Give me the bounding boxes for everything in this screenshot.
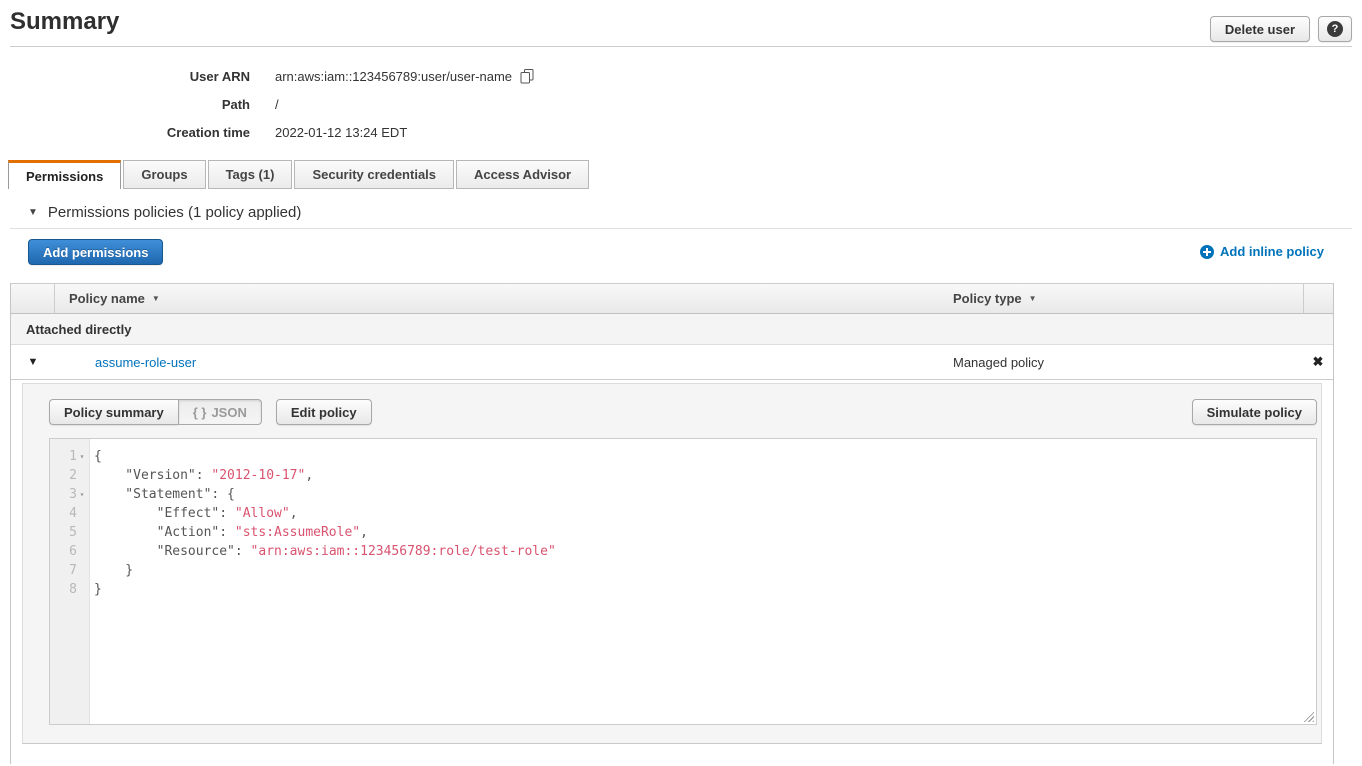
code-line: }: [94, 561, 1316, 580]
tab-groups[interactable]: Groups: [123, 160, 205, 189]
creation-time-label: Creation time: [0, 125, 250, 140]
chevron-down-icon: ▼: [28, 356, 39, 368]
question-mark-icon: ?: [1327, 21, 1343, 37]
policy-detail-toolbar: Policy summary { } JSON Edit policy Simu…: [49, 399, 1317, 425]
gutter-line: 3▾: [50, 485, 89, 504]
gutter-line: 7: [50, 561, 89, 580]
policy-table: Policy name ▼ Policy type ▼ Attached dir…: [10, 283, 1334, 764]
code-line: "Version": "2012-10-17",: [94, 466, 1316, 485]
remove-policy-icon[interactable]: ✖: [1313, 354, 1324, 370]
fold-caret-icon: ▾: [77, 447, 87, 466]
plus-circle-icon: [1200, 245, 1214, 259]
gutter-line: 1▾: [50, 447, 89, 466]
gutter-line: 5: [50, 523, 89, 542]
policy-row: ▼ assume-role-user Managed policy ✖: [11, 345, 1333, 380]
tab-access-advisor[interactable]: Access Advisor: [456, 160, 589, 189]
creation-time-row: Creation time 2022-01-12 13:24 EDT: [0, 118, 535, 146]
user-arn-value: arn:aws:iam::123456789:user/user-name: [275, 69, 512, 84]
page-title: Summary: [10, 8, 119, 36]
expand-column-header: [11, 284, 55, 313]
code-line: "Resource": "arn:aws:iam::123456789:role…: [94, 542, 1316, 561]
policy-type-column-header[interactable]: Policy type ▼: [951, 284, 1303, 313]
policy-view-button-group: Policy summary { } JSON: [49, 399, 262, 425]
tab-security-credentials[interactable]: Security credentials: [294, 160, 454, 189]
code-line: {: [94, 447, 1316, 466]
add-inline-policy-label: Add inline policy: [1220, 244, 1324, 259]
policy-summary-button[interactable]: Policy summary: [49, 399, 178, 425]
gutter-line: 4: [50, 504, 89, 523]
delete-user-button[interactable]: Delete user: [1210, 16, 1310, 42]
code-line: "Action": "sts:AssumeRole",: [94, 523, 1316, 542]
sort-arrow-icon: ▼: [152, 294, 160, 303]
row-expand-toggle[interactable]: ▼: [11, 345, 55, 379]
braces-icon: { }: [193, 405, 207, 420]
add-inline-policy-link[interactable]: Add inline policy: [1200, 244, 1324, 259]
permissions-policies-title: Permissions policies (1 policy applied): [48, 204, 301, 221]
policy-name-column-header[interactable]: Policy name ▼: [55, 284, 951, 313]
collapse-caret-icon: ▼: [28, 207, 38, 218]
policy-name-link[interactable]: assume-role-user: [95, 355, 196, 370]
user-arn-label: User ARN: [0, 69, 250, 84]
json-view-button[interactable]: { } JSON: [178, 399, 262, 425]
policy-type-value: Managed policy: [953, 355, 1044, 370]
gutter-line: 6: [50, 542, 89, 561]
tab-bar: Permissions Groups Tags (1) Security cre…: [8, 160, 591, 189]
user-arn-row: User ARN arn:aws:iam::123456789:user/use…: [0, 62, 535, 90]
header-divider: [10, 46, 1352, 47]
actions-column-header: [1303, 284, 1333, 313]
tab-permissions[interactable]: Permissions: [8, 160, 121, 189]
policy-table-header: Policy name ▼ Policy type ▼: [11, 283, 1333, 314]
add-permissions-button[interactable]: Add permissions: [28, 239, 163, 265]
creation-time-value: 2022-01-12 13:24 EDT: [275, 125, 407, 140]
policy-detail-panel: Policy summary { } JSON Edit policy Simu…: [22, 383, 1322, 744]
code-line: }: [94, 580, 1316, 599]
edit-policy-button[interactable]: Edit policy: [276, 399, 372, 425]
attached-directly-group-row: Attached directly: [11, 314, 1333, 345]
user-details: User ARN arn:aws:iam::123456789:user/use…: [0, 62, 535, 146]
sort-arrow-icon: ▼: [1029, 294, 1037, 303]
simulate-policy-button[interactable]: Simulate policy: [1192, 399, 1317, 425]
section-divider: [10, 228, 1352, 229]
json-policy-editor[interactable]: 1▾23▾45678 { "Version": "2012-10-17", "S…: [49, 438, 1317, 725]
copy-icon[interactable]: [519, 68, 535, 84]
tab-tags[interactable]: Tags (1): [208, 160, 293, 189]
code-gutter: 1▾23▾45678: [50, 439, 90, 724]
code-lines[interactable]: { "Version": "2012-10-17", "Statement": …: [90, 439, 1316, 724]
fold-caret-icon: ▾: [77, 485, 87, 504]
path-value: /: [275, 97, 279, 112]
permissions-policies-section-toggle[interactable]: ▼ Permissions policies (1 policy applied…: [28, 204, 301, 221]
path-label: Path: [0, 97, 250, 112]
header-actions: Delete user ?: [1210, 16, 1352, 42]
gutter-line: 8: [50, 580, 89, 599]
help-button[interactable]: ?: [1318, 16, 1352, 42]
code-line: "Effect": "Allow",: [94, 504, 1316, 523]
code-line: "Statement": {: [94, 485, 1316, 504]
gutter-line: 2: [50, 466, 89, 485]
path-row: Path /: [0, 90, 535, 118]
